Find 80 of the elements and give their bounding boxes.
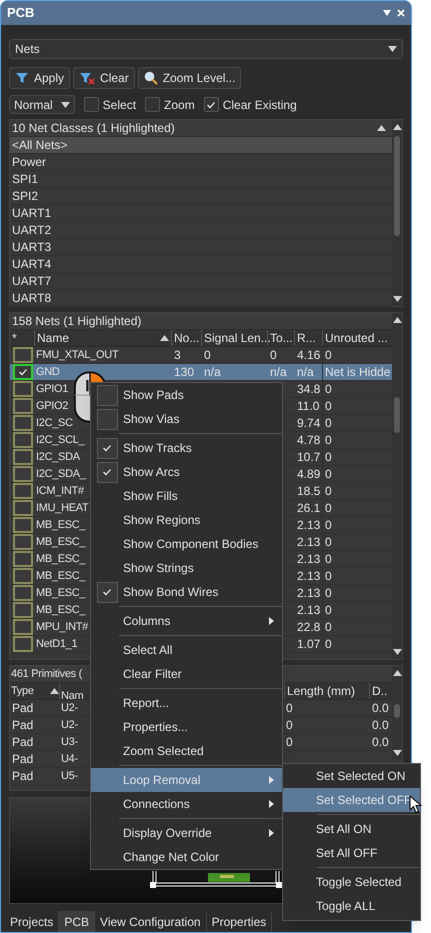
table-cell-text: 0 — [285, 735, 294, 749]
table-cell: MB_ESC_ — [35, 553, 86, 565]
table-cell-text: Pad — [11, 735, 34, 749]
table-cell: U4- — [60, 753, 78, 765]
table-cell-text: 0 — [285, 701, 294, 715]
table-cell-text: Net is Hidde — [324, 365, 392, 379]
table-cell-text: 0 — [324, 535, 333, 549]
table-cell: I2C_SDA_ — [35, 468, 86, 480]
table-cell-text: 0 — [324, 416, 333, 430]
table-cell-text: 0 — [324, 382, 333, 396]
table-cell: MB_ESC_ — [35, 587, 86, 599]
table-cell: ICM_INT# — [35, 485, 84, 497]
table-cell: GPIO1 — [35, 383, 68, 395]
table-cell-text: 0 — [324, 637, 333, 651]
table-cell: I2C_SDA — [35, 451, 80, 463]
panel-title: PCB — [7, 4, 34, 22]
table-cell-text: 0 — [324, 348, 333, 362]
table-cell: FMU_XTAL_OUT — [35, 349, 118, 361]
table-title: 158 Nets (1 Highlighted) — [11, 313, 142, 329]
table-cell-text: n/a — [269, 365, 288, 379]
table-cell-text: 0 — [324, 467, 333, 481]
table-title: 461 Primitives ( — [10, 667, 82, 682]
table-cell: U5- — [60, 770, 78, 782]
table-cell-text: 0 — [324, 433, 333, 447]
table-cell-text: 4.89 — [296, 467, 322, 481]
list-header: 10 Net Classes (1 Highlighted) — [11, 120, 176, 136]
table-cell-text: 0 — [324, 552, 333, 566]
table-cell: MB_ESC_ — [35, 604, 86, 616]
table-cell-text: Pad — [11, 718, 34, 732]
table-cell-text: 0 — [324, 501, 333, 515]
table-cell-text: 10.7 — [296, 450, 322, 464]
table-cell-text: 2.13 — [296, 569, 322, 583]
table-cell-text: 0 — [324, 586, 333, 600]
table-cell: MPU_INT# — [35, 621, 88, 633]
table-cell: I2C_SCL_ — [35, 434, 84, 446]
table-cell-text: 2.13 — [296, 552, 322, 566]
table-cell: MB_ESC_ — [35, 519, 86, 531]
table-cell: U2- — [60, 702, 78, 714]
table-cell-text: 4.78 — [296, 433, 322, 447]
table-cell: NetD1_1 — [35, 638, 78, 650]
table-cell-text: 130 — [173, 365, 196, 379]
table-cell-text: 9.74 — [296, 416, 322, 430]
table-cell-text: 0.0 — [371, 735, 390, 749]
table-cell: MB_ESC_ — [35, 536, 86, 548]
table-cell: I2C_SC — [35, 417, 73, 429]
table-cell-text: n/a — [203, 365, 222, 379]
table-cell-text: Pad — [11, 752, 34, 766]
table-cell-text: 18.5 — [296, 484, 322, 498]
table-cell: U2- — [60, 719, 78, 731]
table-cell-text: 0 — [324, 518, 333, 532]
table-cell: MB_ESC_ — [35, 570, 86, 582]
table-cell: U3- — [60, 736, 78, 748]
table-cell-text: 0 — [324, 569, 333, 583]
table-cell-text: 0.0 — [371, 701, 390, 715]
table-cell: GPIO2 — [35, 400, 68, 412]
table-cell-text: 22.8 — [296, 620, 322, 634]
table-cell-text: 34.8 — [296, 382, 322, 396]
table-cell-text: 0 — [203, 348, 212, 362]
table-cell-text: 4.16 — [296, 348, 322, 362]
table-cell-text: 11.0 — [296, 399, 320, 413]
table-cell-text: 3 — [173, 348, 182, 362]
table-cell-text: 2.13 — [296, 603, 322, 617]
table-cell-text: 0 — [324, 450, 333, 464]
table-cell-text: 0 — [324, 399, 333, 413]
table-cell-text: 0 — [285, 718, 294, 732]
table-cell-text: Pad — [11, 701, 34, 715]
table-cell-text: Pad — [11, 769, 34, 783]
table-cell: IMU_HEAT — [35, 502, 88, 514]
table-cell-text: 2.13 — [296, 518, 322, 532]
table-cell-text: 0.0 — [371, 718, 390, 732]
table-cell-text: 1.07 — [296, 637, 322, 651]
table-cell: GND — [35, 366, 60, 378]
table-cell-text: 0 — [324, 620, 333, 634]
table-cell-text: 0 — [269, 348, 278, 362]
table-cell-text: n/a — [296, 365, 315, 379]
table-cell-text: 2.13 — [296, 586, 322, 600]
table-cell-text: 26.1 — [296, 501, 322, 515]
table-cell-text: 0 — [324, 603, 333, 617]
table-cell-text: 0 — [324, 484, 333, 498]
table-cell-text: 2.13 — [296, 535, 322, 549]
